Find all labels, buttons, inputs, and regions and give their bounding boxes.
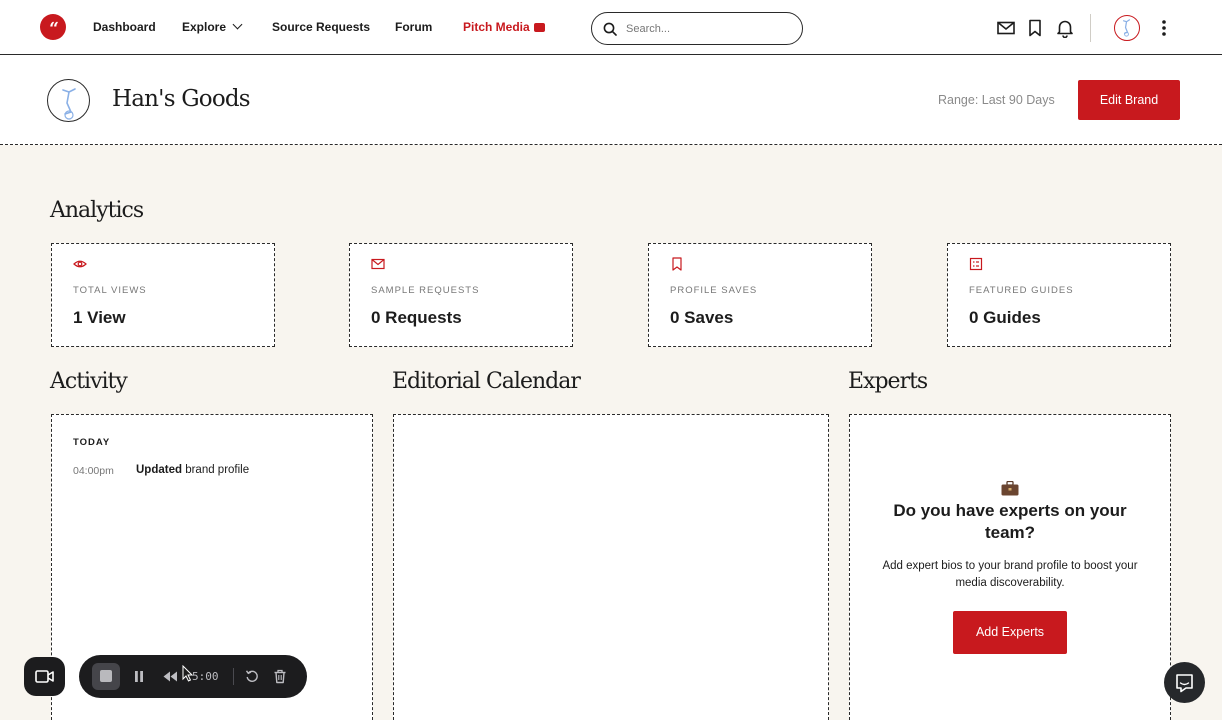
experts-panel: Do you have experts on your team? Add ex… <box>849 414 1171 720</box>
nav-divider <box>1090 14 1091 42</box>
nav-pitch-media-label: Pitch Media <box>463 20 530 34</box>
rewind-icon[interactable] <box>162 670 178 683</box>
search-icon <box>603 22 617 36</box>
add-experts-button[interactable]: Add Experts <box>953 611 1067 654</box>
brand-name: Han's Goods <box>112 86 251 112</box>
stat-label: SAMPLE REQUESTS <box>371 285 480 296</box>
editorial-calendar-title: Editorial Calendar <box>392 369 581 394</box>
media-badge-icon <box>533 23 545 32</box>
more-options-icon[interactable] <box>1156 18 1172 38</box>
activity-action: Updated <box>136 464 182 476</box>
activity-time: 04:00pm <box>73 465 114 477</box>
bookmark-icon[interactable] <box>1025 18 1045 38</box>
eye-icon <box>73 260 87 268</box>
activity-title: Activity <box>50 369 128 394</box>
analytics-title: Analytics <box>50 198 144 223</box>
mouse-cursor-icon <box>182 665 193 682</box>
restart-icon[interactable] <box>245 669 259 683</box>
stat-label: PROFILE SAVES <box>670 285 758 296</box>
nav-pitch-media[interactable]: Pitch Media <box>463 20 545 34</box>
search-input[interactable] <box>626 19 791 39</box>
brand-logo-icon <box>62 88 76 120</box>
activity-detail: brand profile <box>182 464 250 476</box>
trash-icon[interactable] <box>273 669 287 684</box>
nav-dashboard[interactable]: Dashboard <box>93 20 156 34</box>
nav-explore-label: Explore <box>182 20 227 34</box>
stat-card-total-views: TOTAL VIEWS 1 View <box>51 243 275 347</box>
experts-title: Experts <box>848 369 928 394</box>
recording-timer: 5:00 <box>192 670 219 683</box>
stat-value: 0 Guides <box>969 308 1041 327</box>
stat-value: 1 View <box>73 308 126 327</box>
logo-icon[interactable]: “ <box>40 14 66 40</box>
stop-recording-button[interactable] <box>92 663 120 690</box>
chat-icon <box>1176 674 1193 693</box>
nav-explore[interactable]: Explore <box>182 19 243 34</box>
avatar-illustration-icon <box>1123 19 1130 37</box>
stat-label: TOTAL VIEWS <box>73 285 147 296</box>
recorder-divider <box>233 668 234 685</box>
top-navigation: “ Dashboard Explore Source Requests Foru… <box>0 0 1222 55</box>
stat-card-profile-saves: PROFILE SAVES 0 Saves <box>648 243 872 347</box>
stat-card-sample-requests: SAMPLE REQUESTS 0 Requests <box>349 243 573 347</box>
editorial-calendar-panel <box>393 414 829 720</box>
pause-icon[interactable] <box>133 670 145 683</box>
camera-toggle-button[interactable] <box>24 657 65 696</box>
mail-icon <box>371 258 385 270</box>
recorder-toolbar: 5:00 <box>79 655 307 698</box>
range-selector[interactable]: Range: Last 90 Days <box>938 93 1055 107</box>
stat-value: 0 Requests <box>371 308 462 327</box>
user-avatar[interactable] <box>1114 15 1140 41</box>
chat-launcher-button[interactable] <box>1164 662 1205 703</box>
nav-forum[interactable]: Forum <box>395 20 432 34</box>
stat-card-featured-guides: FEATURED GUIDES 0 Guides <box>947 243 1171 347</box>
edit-brand-button[interactable]: Edit Brand <box>1078 80 1180 120</box>
guide-icon <box>969 257 983 271</box>
chevron-down-icon <box>232 19 243 30</box>
video-camera-icon <box>35 670 54 683</box>
experts-description: Add expert bios to your brand profile to… <box>882 560 1138 589</box>
brand-header: Han's Goods Range: Last 90 Days Edit Bra… <box>0 55 1222 145</box>
stop-icon <box>100 670 112 682</box>
stat-value: 0 Saves <box>670 308 734 327</box>
bookmark-icon <box>672 257 682 271</box>
mail-icon[interactable] <box>996 18 1016 38</box>
experts-heading: Do you have experts on your team? <box>893 501 1127 542</box>
activity-group-label: TODAY <box>73 437 111 448</box>
stat-label: FEATURED GUIDES <box>969 285 1074 296</box>
nav-source-requests[interactable]: Source Requests <box>272 20 370 34</box>
bell-icon[interactable] <box>1055 18 1075 38</box>
search-box <box>591 12 803 45</box>
activity-item: Updated brand profile <box>136 464 249 476</box>
briefcase-icon <box>1001 481 1019 496</box>
brand-avatar <box>47 79 90 122</box>
